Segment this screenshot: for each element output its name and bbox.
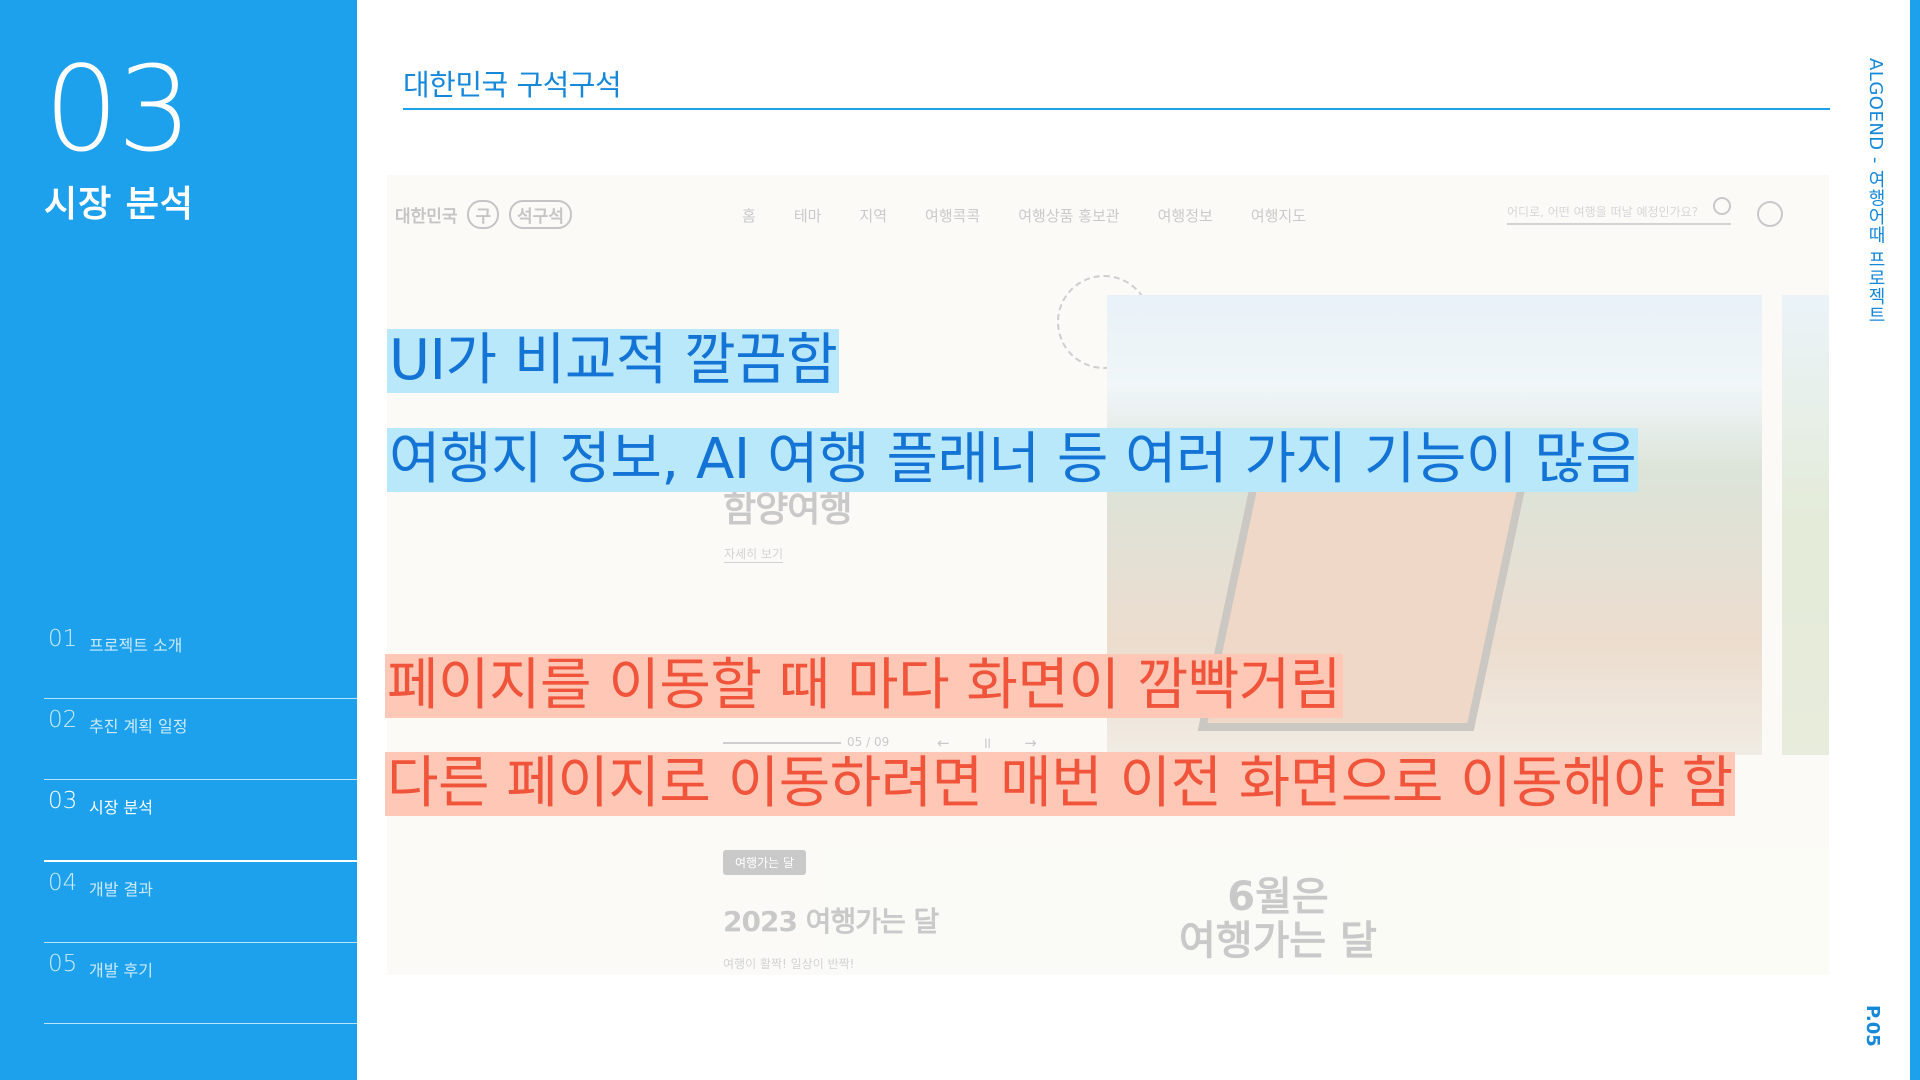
nav-item-dev-review[interactable]: 05 개발 후기 xyxy=(44,943,357,1024)
site-menu-item: 테마 xyxy=(793,207,822,225)
nav-item-number: 01 xyxy=(48,626,78,652)
slider-progress-bar xyxy=(723,742,841,744)
header-divider xyxy=(403,108,1830,110)
nav-item-number: 03 xyxy=(48,788,78,814)
hero-more-link: 자세히 보기 xyxy=(724,547,784,563)
nav-item-project-intro[interactable]: 01 프로젝트 소개 xyxy=(44,618,357,699)
nav-item-label: 추진 계획 일정 xyxy=(89,717,188,736)
slider-count: 05 / 09 xyxy=(847,735,890,749)
nav-item-label: 시장 분석 xyxy=(89,798,153,817)
page-number: P.05 xyxy=(1862,1005,1883,1047)
section-title: 시장 분석 xyxy=(44,184,195,225)
nav-item-label: 개발 후기 xyxy=(89,961,153,980)
nav-item-market-analysis[interactable]: 03 시장 분석 xyxy=(44,780,357,862)
negative-annotation: 페이지를 이동할 때 마다 화면이 깜빡거림 xyxy=(385,653,1343,718)
site-menu-item: 여행콕콕 xyxy=(925,207,981,225)
promo-graphic-line: 여행가는 달 xyxy=(1179,918,1377,964)
nav-item-number: 02 xyxy=(48,707,78,733)
site-search-placeholder: 어디로, 어떤 여행을 떠날 예정인가요? xyxy=(1507,205,1699,219)
promo-graphic-text: 6월은 여행가는 달 xyxy=(1179,875,1377,963)
slider-controls: ← ॥ → xyxy=(937,734,1051,752)
nav-item-schedule[interactable]: 02 추진 계획 일정 xyxy=(44,699,357,780)
nav-item-number: 05 xyxy=(48,951,78,977)
hero-photo-next xyxy=(1782,295,1829,755)
site-search-field: 어디로, 어떤 여행을 떠날 예정인가요? xyxy=(1507,197,1731,225)
user-icon xyxy=(1757,201,1783,227)
promo-band xyxy=(387,847,1829,975)
promo-badge: 여행가는 달 xyxy=(723,850,807,875)
site-menu-item: 여행상품 홍보관 xyxy=(1018,207,1120,225)
right-accent-bar xyxy=(1910,0,1920,1080)
promo-title: 2023 여행가는 달 xyxy=(723,905,939,938)
promo-subtitle: 여행이 활짝! 일상이 반짝! xyxy=(723,957,855,971)
vertical-project-title: ALGOEND - 여행어때 프로젝트 xyxy=(1865,58,1886,325)
site-logo-mark-1: 구 xyxy=(467,200,500,229)
site-menu: 홈 테마 지역 여행콕콕 여행상품 홍보관 여행정보 여행지도 xyxy=(742,205,1306,226)
sidebar: 03 시장 분석 01 프로젝트 소개 02 추진 계획 일정 03 시장 분석… xyxy=(0,0,357,1080)
positive-annotation: 여행지 정보, AI 여행 플래너 등 여러 가지 기능이 많음 xyxy=(387,427,1639,492)
nav-item-label: 개발 결과 xyxy=(89,880,153,899)
nav-item-dev-result[interactable]: 04 개발 결과 xyxy=(44,862,357,943)
section-nav: 01 프로젝트 소개 02 추진 계획 일정 03 시장 분석 04 개발 결과… xyxy=(44,618,357,1024)
nav-item-label: 프로젝트 소개 xyxy=(89,636,183,655)
negative-annotation: 다른 페이지로 이동하려면 매번 이전 화면으로 이동해야 함 xyxy=(385,751,1735,816)
site-logo-mark-2: 석구석 xyxy=(509,200,572,229)
page-title: 대한민국 구석구석 xyxy=(403,68,622,102)
positive-annotation: UI가 비교적 깔끔함 xyxy=(387,328,840,393)
site-menu-item: 여행지도 xyxy=(1250,207,1307,225)
search-icon xyxy=(1713,197,1731,215)
site-menu-item: 여행정보 xyxy=(1157,207,1213,225)
section-number: 03 xyxy=(44,40,192,178)
site-menu-item: 홈 xyxy=(742,207,756,225)
site-logo: 대한민국 구 석구석 xyxy=(395,200,572,229)
site-logo-text: 대한민국 xyxy=(395,207,458,227)
website-screenshot: 대한민국 구 석구석 홈 테마 지역 여행콕콕 여행상품 홍보관 여행정보 여행… xyxy=(387,175,1829,975)
nav-item-number: 04 xyxy=(48,870,78,896)
site-menu-item: 지역 xyxy=(859,207,888,225)
promo-graphic-line: 6월은 xyxy=(1227,874,1329,920)
